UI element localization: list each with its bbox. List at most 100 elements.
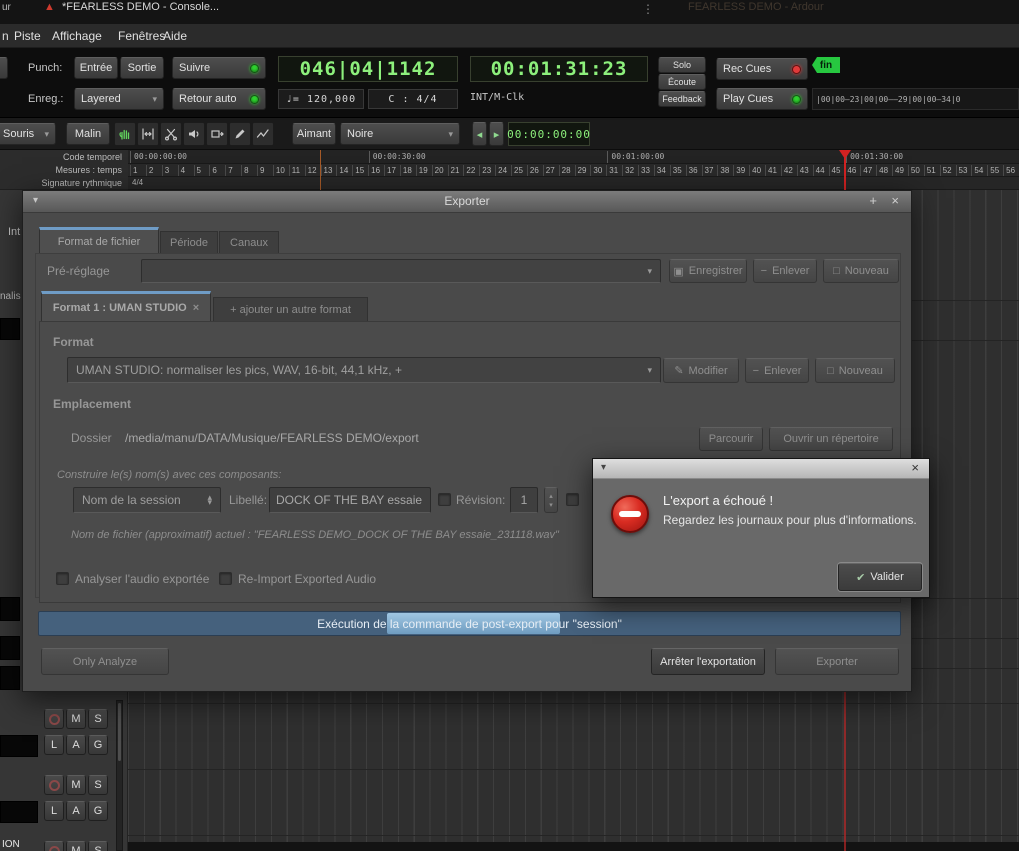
- track-scrollbar[interactable]: [116, 700, 123, 851]
- menu-aide[interactable]: Aide: [163, 29, 187, 43]
- timecode-ruler-label: Code temporel: [63, 152, 122, 162]
- primary-clock[interactable]: 046|04|1142: [278, 56, 458, 82]
- window-menu-icon[interactable]: ▾: [601, 462, 606, 473]
- timecode-ruler[interactable]: 00:00:00:0000:00:30:0000:01:00:0000:01:3…: [128, 150, 1019, 164]
- preset-select[interactable]: ▾: [141, 259, 661, 283]
- smart-mode-button[interactable]: Malin: [66, 123, 110, 145]
- error-dialog-titlebar[interactable]: ▾ ×: [593, 459, 929, 479]
- open-folder-button[interactable]: Ouvrir un répertoire: [769, 427, 893, 451]
- record-arm-button[interactable]: [44, 775, 64, 795]
- export-button[interactable]: Exporter: [775, 648, 899, 675]
- name-component-select[interactable]: Nom de la session ▴▾: [73, 487, 221, 513]
- follow-edits-button[interactable]: Suivre: [172, 57, 266, 79]
- preset-new-button[interactable]: □ Nouveau: [823, 259, 899, 283]
- record-arm-button[interactable]: [44, 709, 64, 729]
- record-arm-button[interactable]: [44, 841, 64, 851]
- nudge-back-button[interactable]: ◂: [472, 122, 487, 146]
- layers-button[interactable]: L: [44, 735, 64, 755]
- punch-out-button[interactable]: Sortie: [120, 57, 164, 79]
- grid-unit-select[interactable]: Noire ▾: [340, 123, 460, 145]
- record-mode-select[interactable]: Layered ▾: [74, 88, 164, 110]
- menu-affichage[interactable]: Affichage: [52, 29, 102, 43]
- new-doc-icon: □: [827, 365, 834, 377]
- audition-tool-button[interactable]: [183, 122, 205, 146]
- nudge-forward-button[interactable]: ▸: [489, 122, 504, 146]
- feedback-button[interactable]: Feedback: [658, 91, 706, 107]
- format-tab-close-icon[interactable]: ×: [193, 302, 199, 314]
- clipped-left-button[interactable]: [0, 57, 8, 79]
- bar-number: 49: [892, 165, 904, 176]
- layers-button[interactable]: L: [44, 801, 64, 821]
- automation-button[interactable]: A: [66, 801, 86, 821]
- auto-return-button[interactable]: Retour auto: [172, 88, 266, 110]
- solo-track-button[interactable]: S: [88, 775, 108, 795]
- playhead-marker-icon[interactable]: [839, 150, 851, 159]
- group-button[interactable]: G: [88, 801, 108, 821]
- close-icon[interactable]: ×: [891, 193, 899, 208]
- bars-ruler[interactable]: 1234567891011121314151617181920212223242…: [128, 164, 1019, 177]
- cut-tool-button[interactable]: [160, 122, 182, 146]
- mini-timeline[interactable]: |00|00—23|00|00——29|00|00—34|0: [812, 88, 1019, 110]
- folder-path-field[interactable]: /media/manu/DATA/Musique/FEARLESS DEMO/e…: [125, 431, 419, 445]
- listen-button[interactable]: Écoute: [658, 74, 706, 90]
- menu-overflow-icon[interactable]: ⋮: [642, 2, 654, 16]
- mute-button[interactable]: M: [66, 841, 86, 851]
- mute-button[interactable]: M: [66, 709, 86, 729]
- add-format-tab[interactable]: + ajouter un autre format: [213, 297, 368, 322]
- validate-button[interactable]: ✔ Valider: [838, 563, 922, 591]
- range-tool-button[interactable]: [137, 122, 159, 146]
- format-remove-button[interactable]: − Enlever: [745, 358, 809, 383]
- export-dialog-titlebar[interactable]: ▾ Exporter + ×: [23, 191, 911, 213]
- signature-ruler[interactable]: 4/4: [128, 177, 1019, 190]
- revision-spin-buttons[interactable]: ▴ ▾: [544, 487, 558, 513]
- rec-cues-button[interactable]: Rec Cues: [716, 58, 808, 80]
- label-input[interactable]: DOCK OF THE BAY essaie: [269, 487, 431, 513]
- stop-export-button[interactable]: Arrêter l'exportation: [651, 648, 765, 675]
- tab-canaux[interactable]: Canaux: [219, 231, 279, 254]
- reimport-checkbox[interactable]: [219, 572, 232, 585]
- nudge-clock[interactable]: 00:00:00:00: [508, 122, 590, 146]
- preset-remove-button[interactable]: − Enlever: [753, 259, 817, 283]
- timespan-checkbox[interactable]: [566, 493, 579, 506]
- mouse-mode-select[interactable]: Souris ▾: [0, 123, 56, 145]
- revision-checkbox[interactable]: [438, 493, 451, 506]
- scrollbar-thumb[interactable]: [118, 703, 121, 761]
- grab-tool-button[interactable]: [114, 122, 136, 146]
- solo-track-button[interactable]: S: [88, 841, 108, 851]
- maximize-icon[interactable]: +: [869, 193, 877, 208]
- mute-button[interactable]: M: [66, 775, 86, 795]
- snap-button[interactable]: Aimant: [292, 123, 336, 145]
- spin-up-icon[interactable]: ▴: [549, 492, 553, 500]
- track-name-box[interactable]: [0, 801, 38, 823]
- only-analyze-button[interactable]: Only Analyze: [41, 648, 169, 675]
- edit-tool-button[interactable]: [252, 122, 274, 146]
- tempo-button[interactable]: ♩= 120,000: [278, 89, 364, 109]
- format-modify-button[interactable]: ✎ Modifier: [663, 358, 739, 383]
- tab-format-de-fichier[interactable]: Format de fichier: [39, 227, 159, 254]
- revision-spinbox[interactable]: 1: [510, 487, 538, 513]
- analyze-checkbox[interactable]: [56, 572, 69, 585]
- punch-in-button[interactable]: Entrée: [74, 57, 118, 79]
- format-select[interactable]: UMAN STUDIO: normaliser les pics, WAV, 1…: [67, 357, 661, 383]
- solo-button[interactable]: Solo: [658, 57, 706, 73]
- secondary-clock[interactable]: 00:01:31:23: [470, 56, 648, 82]
- sync-source-button[interactable]: INT/M-Clk: [470, 92, 524, 103]
- automation-button[interactable]: A: [66, 735, 86, 755]
- spin-down-icon[interactable]: ▾: [549, 501, 553, 509]
- menu-piste[interactable]: Piste: [14, 29, 41, 43]
- timefx-tool-button[interactable]: [206, 122, 228, 146]
- group-button[interactable]: G: [88, 735, 108, 755]
- browse-button[interactable]: Parcourir: [699, 427, 763, 451]
- track-name-box[interactable]: [0, 735, 38, 757]
- menu-fenetres[interactable]: Fenêtres: [118, 29, 165, 43]
- format-tab[interactable]: Format 1 : UMAN STUDIO ×: [41, 291, 211, 322]
- draw-tool-button[interactable]: [229, 122, 251, 146]
- meter-button[interactable]: C : 4/4: [368, 89, 458, 109]
- solo-track-button[interactable]: S: [88, 709, 108, 729]
- end-marker-flag[interactable]: fin: [812, 57, 840, 73]
- preset-save-button[interactable]: ▣ Enregistrer: [669, 259, 747, 283]
- close-icon[interactable]: ×: [911, 460, 919, 475]
- tab-periode[interactable]: Période: [160, 231, 218, 254]
- format-new-button[interactable]: □ Nouveau: [815, 358, 895, 383]
- play-cues-button[interactable]: Play Cues: [716, 88, 808, 110]
